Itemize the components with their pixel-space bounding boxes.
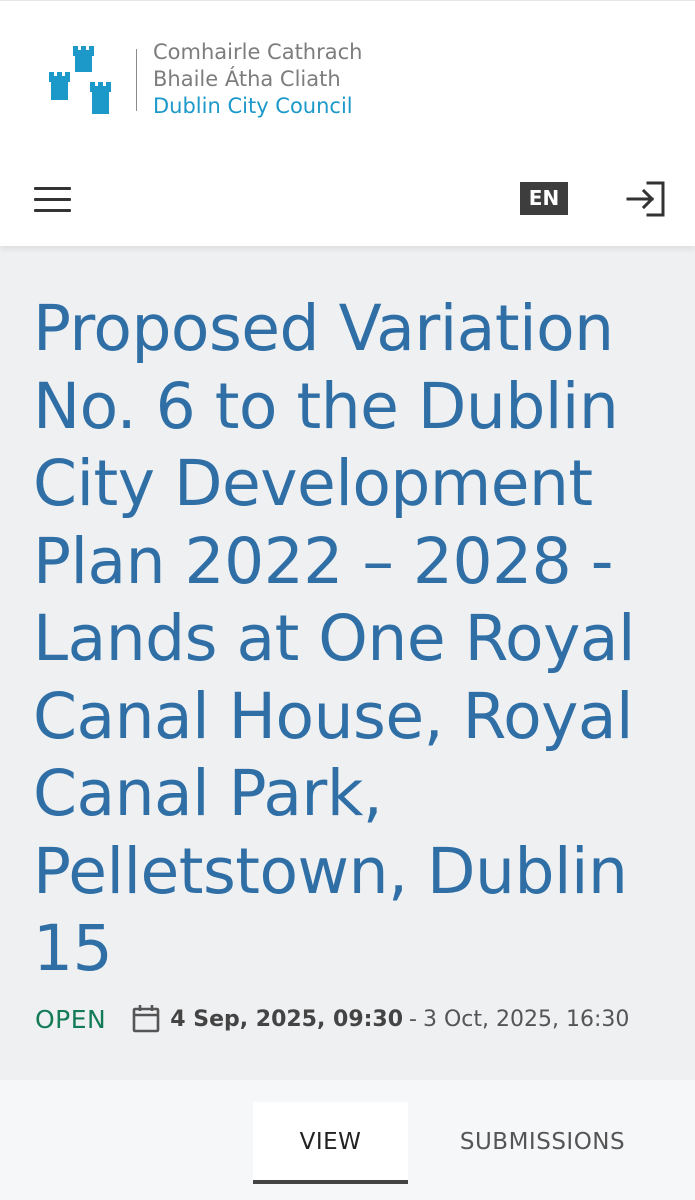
date-start: 4 Sep, 2025, 09:30	[170, 1006, 404, 1032]
hamburger-menu-icon[interactable]	[30, 181, 74, 217]
consultation-title: Proposed Variation No. 6 to the Dublin C…	[33, 292, 636, 985]
calendar-icon	[132, 1004, 160, 1034]
date-end: 3 Oct, 2025, 16:30	[423, 1006, 630, 1032]
consultation-meta: OPEN 4 Sep, 2025, 09:30 - 3 Oct, 2025, 1…	[35, 1004, 629, 1034]
status-badge: OPEN	[35, 1004, 107, 1034]
site-header: Comhairle Cathrach Bhaile Átha Cliath Du…	[0, 0, 695, 246]
logo-name-english: Dublin City Council	[153, 94, 353, 118]
logo-name-irish-line2: Bhaile Átha Cliath	[153, 67, 341, 91]
consultation-tabs: VIEW SUBMISSIONS	[0, 1080, 695, 1200]
language-selector-button[interactable]: EN	[520, 182, 568, 215]
tab-submissions[interactable]: SUBMISSIONS	[440, 1102, 645, 1184]
date-separator: -	[409, 1006, 417, 1032]
consultation-hero: Proposed Variation No. 6 to the Dublin C…	[0, 246, 695, 1080]
logo-divider	[136, 48, 137, 111]
sign-in-icon[interactable]	[624, 179, 668, 219]
logo-text: Comhairle Cathrach Bhaile Átha Cliath Du…	[153, 39, 362, 120]
logo-name-irish-line1: Comhairle Cathrach	[153, 40, 363, 64]
dublin-city-council-logo[interactable]: Comhairle Cathrach Bhaile Átha Cliath Du…	[46, 39, 362, 120]
three-castles-icon	[46, 42, 122, 118]
tab-view[interactable]: VIEW	[253, 1102, 408, 1184]
